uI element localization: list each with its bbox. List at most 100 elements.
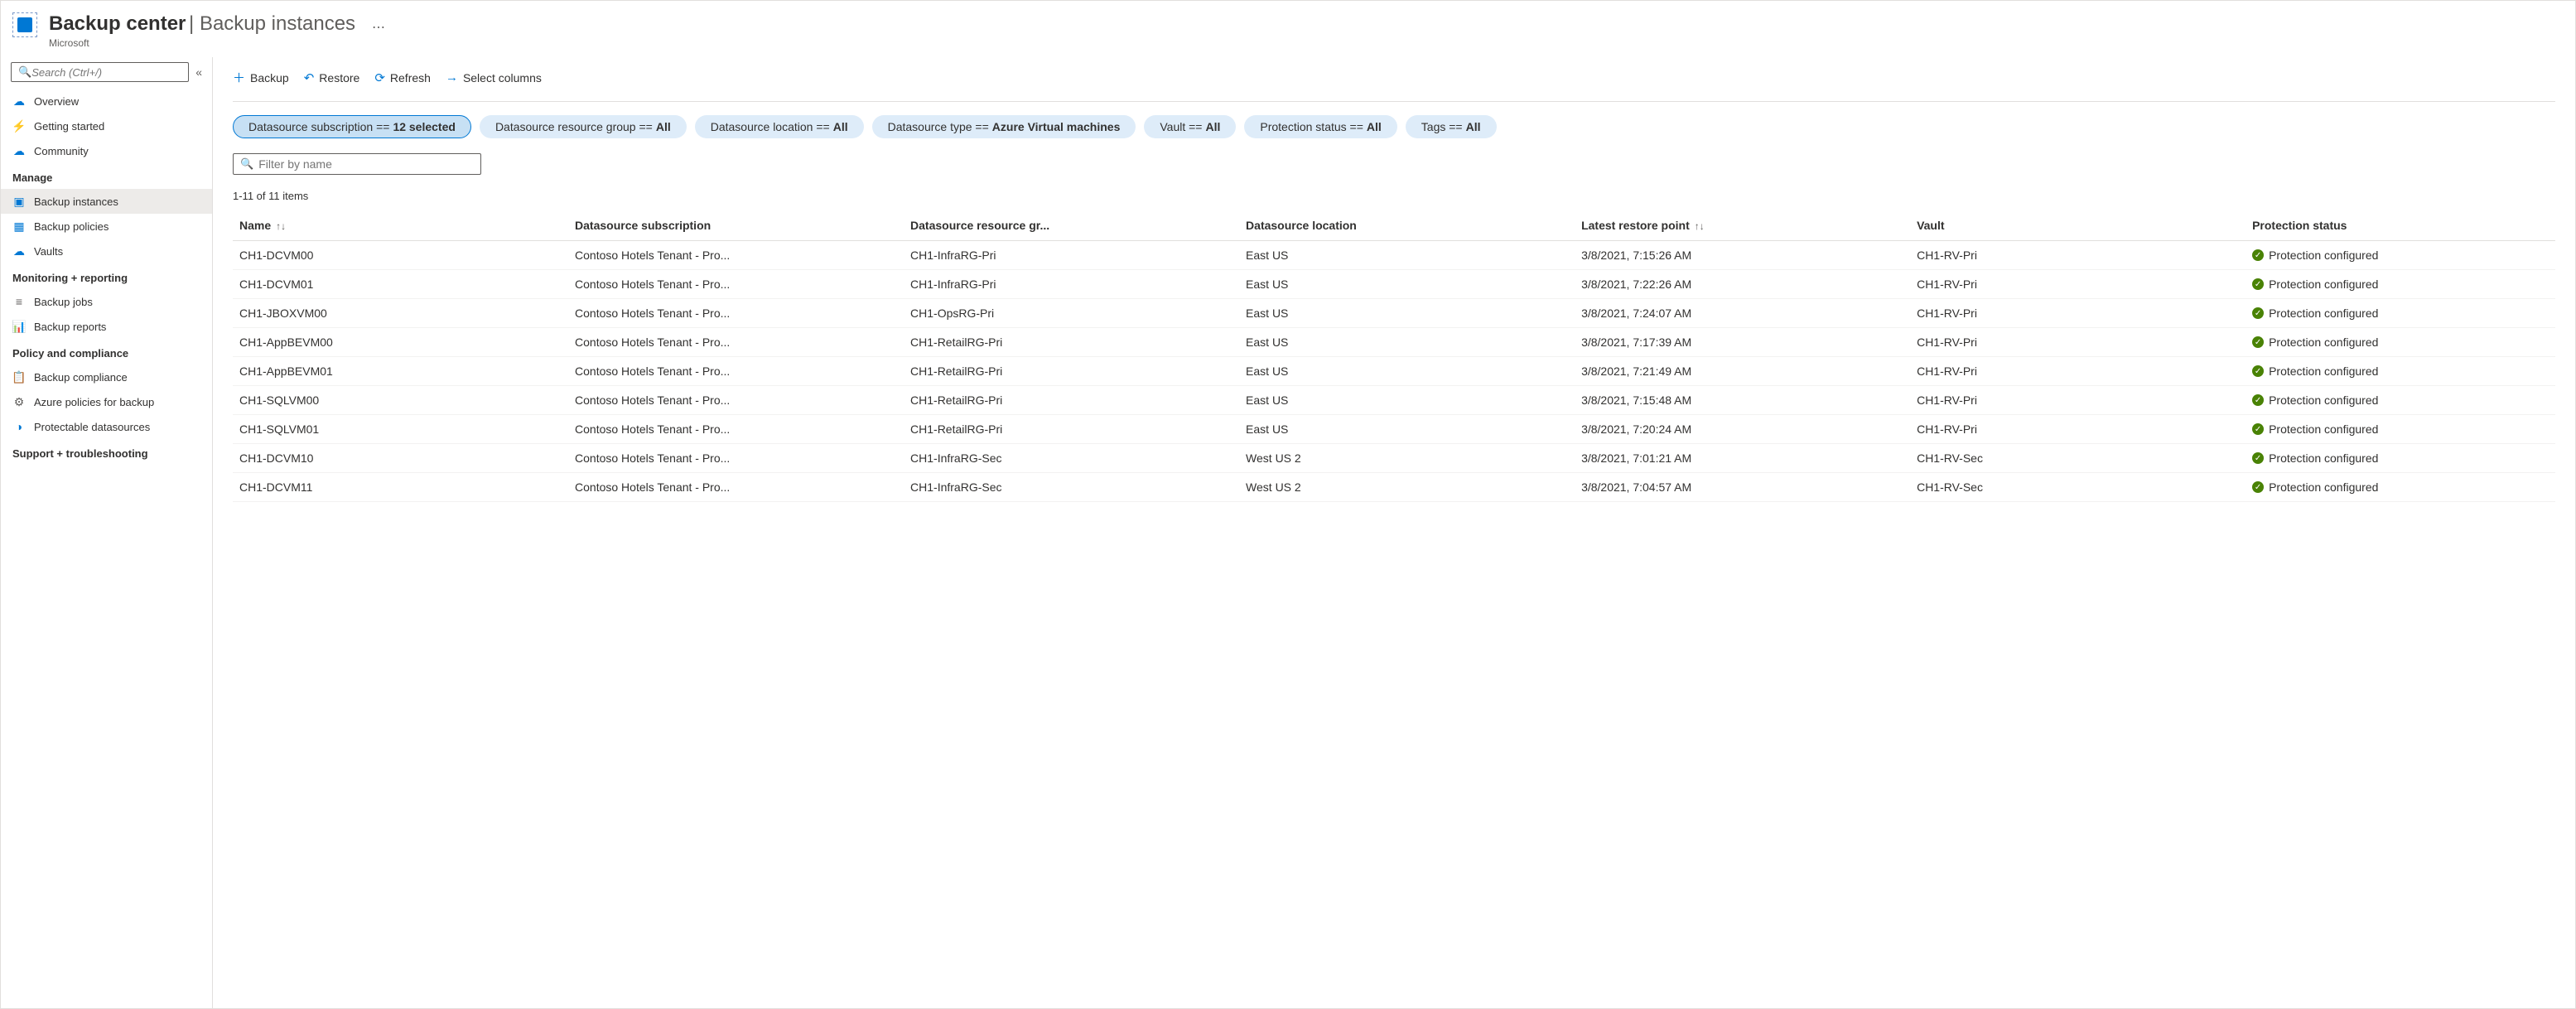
col-subscription[interactable]: Datasource subscription bbox=[568, 210, 904, 241]
table-row[interactable]: CH1-SQLVM01 Contoso Hotels Tenant - Pro.… bbox=[233, 415, 2555, 444]
backup-button[interactable]: ＋Backup bbox=[233, 69, 289, 86]
sidebar-item-backup-policies[interactable]: ▦Backup policies bbox=[1, 214, 212, 239]
search-icon: 🔍 bbox=[18, 65, 31, 79]
sidebar-item-backup-jobs[interactable]: ≡Backup jobs bbox=[1, 289, 212, 314]
cell-name: CH1-DCVM01 bbox=[233, 270, 568, 299]
nav-label: Backup compliance bbox=[34, 371, 128, 384]
more-icon[interactable]: ⋯ bbox=[372, 19, 385, 36]
arrow-right-icon: → bbox=[446, 70, 458, 84]
filter-pill[interactable]: Datasource resource group == All bbox=[480, 115, 687, 138]
cell-location: East US bbox=[1239, 386, 1575, 415]
nav-icon: ☁ bbox=[12, 244, 26, 258]
cell-restore-point: 3/8/2021, 7:15:26 AM bbox=[1575, 241, 1910, 270]
table-row[interactable]: CH1-AppBEVM00 Contoso Hotels Tenant - Pr… bbox=[233, 328, 2555, 357]
cell-status: ✓Protection configured bbox=[2246, 270, 2555, 299]
success-icon: ✓ bbox=[2252, 278, 2264, 290]
cell-resource-group: CH1-RetailRG-Pri bbox=[904, 415, 1239, 444]
cell-status: ✓Protection configured bbox=[2246, 299, 2555, 328]
nav-label: Backup instances bbox=[34, 196, 118, 208]
col-name[interactable]: Name↑↓ bbox=[233, 210, 568, 241]
nav-icon: ▦ bbox=[12, 220, 26, 233]
cell-subscription: Contoso Hotels Tenant - Pro... bbox=[568, 241, 904, 270]
cell-location: East US bbox=[1239, 241, 1575, 270]
cell-name: CH1-DCVM11 bbox=[233, 473, 568, 502]
success-icon: ✓ bbox=[2252, 452, 2264, 464]
nav-section-heading: Manage bbox=[1, 163, 212, 189]
restore-button[interactable]: ↶Restore bbox=[304, 70, 360, 85]
nav-icon: ⚙ bbox=[12, 395, 26, 408]
table-row[interactable]: CH1-DCVM01 Contoso Hotels Tenant - Pro..… bbox=[233, 270, 2555, 299]
col-restore-point[interactable]: Latest restore point↑↓ bbox=[1575, 210, 1910, 241]
filter-pill[interactable]: Datasource type == Azure Virtual machine… bbox=[872, 115, 1136, 138]
cell-restore-point: 3/8/2021, 7:15:48 AM bbox=[1575, 386, 1910, 415]
cell-subscription: Contoso Hotels Tenant - Pro... bbox=[568, 328, 904, 357]
filter-pill[interactable]: Tags == All bbox=[1406, 115, 1497, 138]
sidebar-item-community[interactable]: ☁Community bbox=[1, 138, 212, 163]
sidebar-item-protectable-datasources[interactable]: ◑Protectable datasources bbox=[1, 414, 212, 439]
cell-vault: CH1-RV-Pri bbox=[1910, 328, 2246, 357]
cell-name: CH1-DCVM00 bbox=[233, 241, 568, 270]
sidebar-item-backup-instances[interactable]: ▣ Backup instances bbox=[1, 189, 212, 214]
cell-vault: CH1-RV-Sec bbox=[1910, 473, 2246, 502]
cell-name: CH1-DCVM10 bbox=[233, 444, 568, 473]
result-count: 1-11 of 11 items bbox=[233, 178, 2555, 210]
success-icon: ✓ bbox=[2252, 249, 2264, 261]
table-row[interactable]: CH1-SQLVM00 Contoso Hotels Tenant - Pro.… bbox=[233, 386, 2555, 415]
col-status[interactable]: Protection status bbox=[2246, 210, 2555, 241]
sidebar-item-vaults[interactable]: ☁ Vaults bbox=[1, 239, 212, 263]
cell-restore-point: 3/8/2021, 7:17:39 AM bbox=[1575, 328, 1910, 357]
refresh-button[interactable]: ⟳Refresh bbox=[374, 70, 431, 85]
cell-name: CH1-SQLVM01 bbox=[233, 415, 568, 444]
nav-label: Backup reports bbox=[34, 321, 106, 333]
nav-label: Vaults bbox=[34, 245, 63, 258]
sidebar-item-backup-reports[interactable]: 📊Backup reports bbox=[1, 314, 212, 339]
table-row[interactable]: CH1-DCVM10 Contoso Hotels Tenant - Pro..… bbox=[233, 444, 2555, 473]
nav-label: Overview bbox=[34, 95, 79, 108]
col-vault[interactable]: Vault bbox=[1910, 210, 2246, 241]
filter-pill[interactable]: Vault == All bbox=[1144, 115, 1236, 138]
nav-label: Protectable datasources bbox=[34, 421, 150, 433]
sidebar-item-getting-started[interactable]: ⚡Getting started bbox=[1, 113, 212, 138]
sort-icon[interactable]: ↑↓ bbox=[276, 220, 286, 232]
sidebar-search[interactable]: 🔍 bbox=[11, 62, 189, 82]
cell-status: ✓Protection configured bbox=[2246, 444, 2555, 473]
cell-subscription: Contoso Hotels Tenant - Pro... bbox=[568, 299, 904, 328]
table-row[interactable]: CH1-AppBEVM01 Contoso Hotels Tenant - Pr… bbox=[233, 357, 2555, 386]
nav-section-heading: Policy and compliance bbox=[1, 339, 212, 364]
filter-name-input[interactable] bbox=[258, 157, 474, 171]
table-row[interactable]: CH1-JBOXVM00 Contoso Hotels Tenant - Pro… bbox=[233, 299, 2555, 328]
nav-icon: ≡ bbox=[12, 295, 26, 308]
sidebar-item-overview[interactable]: ☁Overview bbox=[1, 89, 212, 113]
nav-label: Getting started bbox=[34, 120, 104, 133]
cell-subscription: Contoso Hotels Tenant - Pro... bbox=[568, 415, 904, 444]
sort-icon[interactable]: ↑↓ bbox=[1695, 220, 1705, 232]
undo-icon: ↶ bbox=[304, 70, 315, 85]
sidebar-item-azure-policies-for-backup[interactable]: ⚙ Azure policies for backup bbox=[1, 389, 212, 414]
cell-restore-point: 3/8/2021, 7:04:57 AM bbox=[1575, 473, 1910, 502]
table-row[interactable]: CH1-DCVM00 Contoso Hotels Tenant - Pro..… bbox=[233, 241, 2555, 270]
plus-icon: ＋ bbox=[233, 69, 245, 86]
cell-subscription: Contoso Hotels Tenant - Pro... bbox=[568, 444, 904, 473]
nav-icon: ▣ bbox=[12, 195, 26, 208]
filter-pill[interactable]: Datasource location == All bbox=[695, 115, 864, 138]
toolbar: ＋Backup ↶Restore ⟳Refresh →Select column… bbox=[233, 57, 2555, 102]
nav-section-heading: Support + troubleshooting bbox=[1, 439, 212, 465]
cell-restore-point: 3/8/2021, 7:01:21 AM bbox=[1575, 444, 1910, 473]
collapse-icon[interactable]: « bbox=[195, 65, 202, 79]
filter-pill[interactable]: Datasource subscription == 12 selected bbox=[233, 115, 471, 138]
col-location[interactable]: Datasource location bbox=[1239, 210, 1575, 241]
cell-name: CH1-AppBEVM00 bbox=[233, 328, 568, 357]
filter-pill[interactable]: Protection status == All bbox=[1244, 115, 1397, 138]
table-row[interactable]: CH1-DCVM11 Contoso Hotels Tenant - Pro..… bbox=[233, 473, 2555, 502]
success-icon: ✓ bbox=[2252, 423, 2264, 435]
cell-vault: CH1-RV-Pri bbox=[1910, 299, 2246, 328]
select-columns-button[interactable]: →Select columns bbox=[446, 70, 542, 84]
sidebar-search-input[interactable] bbox=[31, 66, 181, 79]
sidebar-item-backup-compliance[interactable]: 📋Backup compliance bbox=[1, 364, 212, 389]
nav-label: Azure policies for backup bbox=[34, 396, 154, 408]
col-resource-group[interactable]: Datasource resource gr... bbox=[904, 210, 1239, 241]
page-title: Backup center bbox=[49, 12, 186, 35]
nav-icon: ☁ bbox=[12, 144, 26, 157]
cell-location: West US 2 bbox=[1239, 444, 1575, 473]
filter-name-input-wrap[interactable]: 🔍 bbox=[233, 153, 481, 175]
